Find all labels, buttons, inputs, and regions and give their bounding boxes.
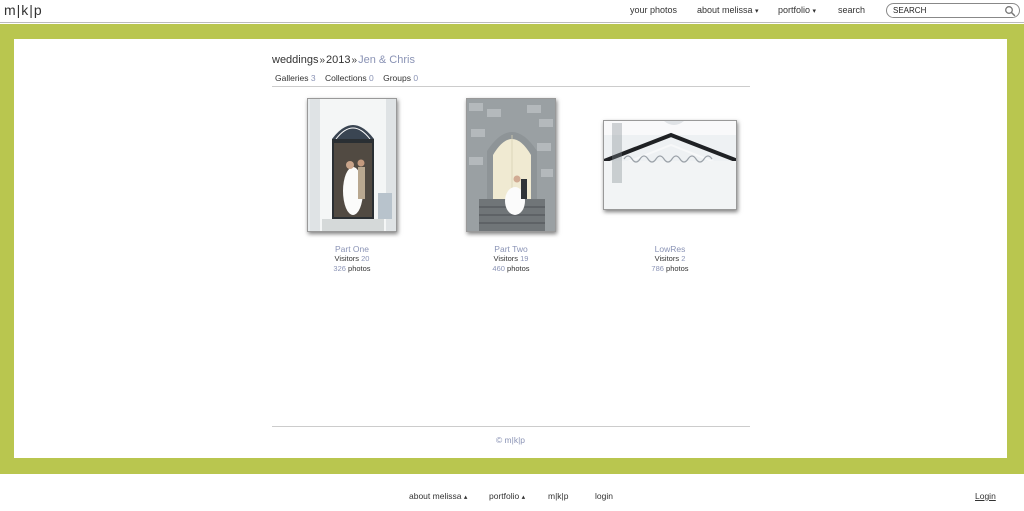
photos-count: 460 <box>492 264 505 273</box>
footer-nav-about-melissa[interactable]: about melissa ▴ <box>409 491 467 501</box>
gallery-thumbnail-lowres[interactable] <box>603 120 737 210</box>
login-link[interactable]: Login <box>975 491 996 501</box>
nav-about-label: about melissa <box>697 5 753 15</box>
nav-portfolio-label: portfolio <box>778 5 811 15</box>
gallery-visitors: Visitors 19 <box>431 254 591 264</box>
footer-nav-portfolio[interactable]: portfolio ▴ <box>489 491 525 501</box>
tab-label: Galleries <box>275 73 309 83</box>
nav-your-photos[interactable]: your photos <box>630 5 677 15</box>
chevron-up-icon: ▴ <box>521 494 526 501</box>
footer-portfolio-label: portfolio <box>489 491 520 501</box>
breadcrumb-weddings[interactable]: weddings <box>272 54 318 66</box>
divider <box>272 426 750 427</box>
breadcrumb-separator: » <box>351 55 358 66</box>
footer-about-label: about melissa <box>409 491 462 501</box>
tab-label: Groups <box>383 73 411 83</box>
photo-church-arch <box>467 99 555 231</box>
gallery-visitors: Visitors 20 <box>272 254 432 264</box>
search-input[interactable] <box>893 5 1003 16</box>
content-tabs: Galleries 3 Collections 0 Groups 0 <box>275 73 425 83</box>
gallery-title[interactable]: Part One <box>272 244 432 254</box>
nav-about-melissa[interactable]: about melissa ▾ <box>697 5 759 15</box>
tab-label: Collections <box>325 73 367 83</box>
gallery-photos: 786 photos <box>590 264 750 274</box>
site-logo[interactable]: m|k|p <box>4 2 43 18</box>
photos-count: 326 <box>333 264 346 273</box>
breadcrumb-current: Jen & Chris <box>358 54 415 66</box>
gallery-thumbnail-part-two[interactable] <box>466 98 556 232</box>
footer-nav-login[interactable]: login <box>595 491 613 501</box>
visitors-label: Visitors <box>334 254 359 263</box>
visitors-count: 2 <box>681 254 686 263</box>
visitors-label: Visitors <box>493 254 518 263</box>
photos-label: photos <box>348 264 371 273</box>
gallery-title[interactable]: LowRes <box>590 244 750 254</box>
gallery-thumb-wrap <box>590 96 750 236</box>
top-bar: m|k|p your photos about melissa ▾ portfo… <box>0 0 1024 23</box>
nav-portfolio[interactable]: portfolio ▾ <box>778 5 816 15</box>
gallery-card: Part One Visitors 20 326 photos <box>272 96 432 274</box>
breadcrumb-separator: » <box>319 55 326 66</box>
photo-church-doorway <box>308 99 396 231</box>
tab-count: 0 <box>368 73 374 83</box>
footer-nav-home[interactable]: m|k|p <box>548 491 568 501</box>
visitors-label: Visitors <box>654 254 680 263</box>
tab-count: 0 <box>413 73 419 83</box>
tab-count: 3 <box>310 73 316 83</box>
content-panel: weddings»2013»Jen & Chris Galleries 3 Co… <box>14 39 1007 458</box>
divider <box>272 86 750 87</box>
nav-search[interactable]: search <box>838 5 865 15</box>
chevron-down-icon: ▾ <box>812 8 817 15</box>
gallery-card: Part Two Visitors 19 460 photos <box>431 96 591 274</box>
breadcrumb: weddings»2013»Jen & Chris <box>272 54 415 66</box>
tab-galleries[interactable]: Galleries 3 <box>275 73 316 83</box>
footer: about melissa ▴ portfolio ▴ m|k|p login … <box>0 474 1024 511</box>
search-box <box>886 3 1020 18</box>
gallery-title[interactable]: Part Two <box>431 244 591 254</box>
photo-hanger <box>604 121 736 209</box>
gallery-thumbnail-part-one[interactable] <box>307 98 397 232</box>
page-frame: weddings»2013»Jen & Chris Galleries 3 Co… <box>0 24 1024 474</box>
gallery-card: LowRes Visitors 2 786 photos <box>590 96 750 274</box>
tab-collections[interactable]: Collections 0 <box>325 73 374 83</box>
gallery-thumb-wrap <box>272 96 432 236</box>
photos-label: photos <box>507 264 530 273</box>
tab-groups[interactable]: Groups 0 <box>383 73 418 83</box>
gallery-photos: 326 photos <box>272 264 432 274</box>
photos-count: 786 <box>651 264 664 273</box>
chevron-down-icon: ▾ <box>755 8 759 15</box>
copyright-text: © m|k|p <box>495 435 526 445</box>
gallery-visitors: Visitors 2 <box>590 254 750 264</box>
chevron-up-icon: ▴ <box>463 494 468 501</box>
photos-label: photos <box>666 264 689 273</box>
breadcrumb-year[interactable]: 2013 <box>326 54 350 66</box>
visitors-count: 20 <box>361 254 370 263</box>
visitors-count: 19 <box>520 254 529 263</box>
gallery-thumb-wrap <box>431 96 591 236</box>
gallery-photos: 460 photos <box>431 264 591 274</box>
search-icon[interactable] <box>1004 5 1016 17</box>
